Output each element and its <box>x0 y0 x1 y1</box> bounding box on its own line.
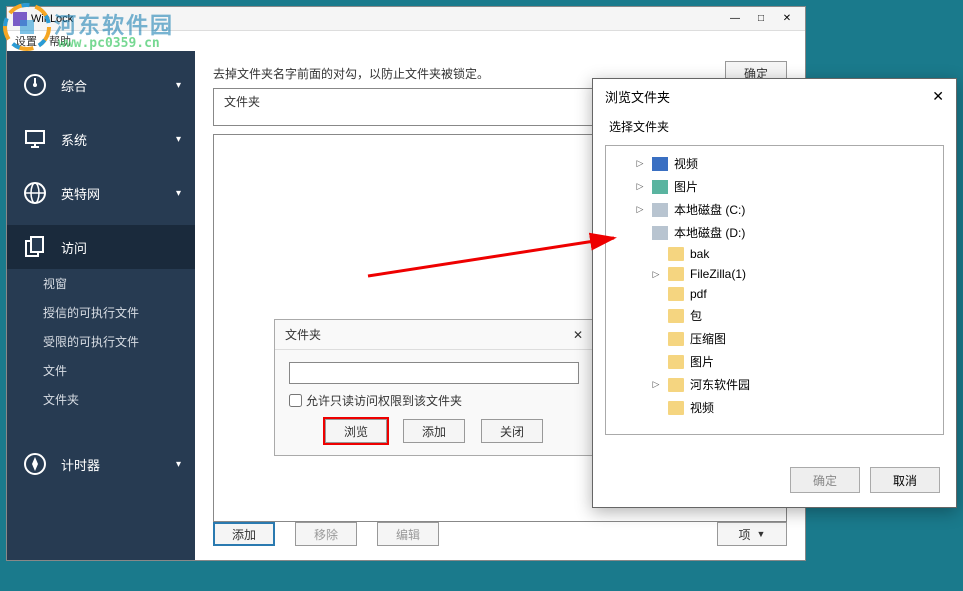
globe-icon <box>21 179 49 207</box>
sidebar-item-internet[interactable]: 英特网 ▾ <box>7 171 195 215</box>
dialog-title: 文件夹 <box>285 326 321 343</box>
folder-icon <box>668 355 684 369</box>
sub-item-folders[interactable]: 文件夹 <box>7 385 195 414</box>
folder-icon <box>668 287 684 301</box>
window-title: WinLock <box>31 13 73 25</box>
sidebar: 综合 ▾ 系统 ▾ 英特网 ▾ 访问 视窗 授信的可执行文件 受限的可执行文件 … <box>7 51 195 560</box>
sidebar-item-access[interactable]: 访问 <box>7 225 195 269</box>
options-dropdown[interactable]: 项 ▼ <box>717 522 787 546</box>
chevron-down-icon: ▾ <box>176 188 181 199</box>
tree-label: 河东软件园 <box>690 376 750 393</box>
expand-icon[interactable]: ▷ <box>634 158 646 169</box>
tree-row[interactable]: ▷ 河东软件园 <box>606 373 943 396</box>
folder-icon <box>668 267 684 281</box>
chevron-down-icon: ▾ <box>176 459 181 470</box>
compass-icon <box>21 450 49 478</box>
sidebar-item-label: 访问 <box>61 238 87 257</box>
sidebar-item-label: 英特网 <box>61 184 100 203</box>
chevron-down-icon: ▼ <box>757 529 766 539</box>
expand-icon[interactable]: ▷ <box>650 379 662 390</box>
tree-label: 压缩图 <box>690 330 726 347</box>
tree-row[interactable]: 包 <box>606 304 943 327</box>
sidebar-item-label: 综合 <box>61 76 87 95</box>
tree-label: FileZilla(1) <box>690 267 746 281</box>
chevron-down-icon: ▾ <box>176 80 181 91</box>
remove-button[interactable]: 移除 <box>295 522 357 546</box>
folder-icon <box>668 309 684 323</box>
vid-icon <box>652 157 668 171</box>
tree-row[interactable]: 视频 <box>606 396 943 419</box>
tree-label: 图片 <box>674 178 698 195</box>
maximize-button[interactable]: □ <box>749 11 773 27</box>
sub-item-trusted-exe[interactable]: 授信的可执行文件 <box>7 298 195 327</box>
tree-row[interactable]: bak <box>606 244 943 264</box>
options-label: 项 <box>739 526 751 543</box>
sidebar-item-general[interactable]: 综合 ▾ <box>7 63 195 107</box>
dialog-close-icon[interactable]: ✕ <box>573 328 583 342</box>
readonly-label: 允许只读访问权限到该文件夹 <box>306 392 462 409</box>
folder-icon <box>668 401 684 415</box>
tree-label: 图片 <box>690 353 714 370</box>
readonly-checkbox[interactable] <box>289 394 302 407</box>
browse-subtitle: 选择文件夹 <box>593 114 956 145</box>
tree-row[interactable]: ▷ FileZilla(1) <box>606 264 943 284</box>
expand-icon[interactable]: ▷ <box>634 181 646 192</box>
expand-icon[interactable]: ▷ <box>650 269 662 280</box>
tree-label: 包 <box>690 307 702 324</box>
expand-icon[interactable]: ▷ <box>634 204 646 215</box>
folder-icon <box>668 378 684 392</box>
close-button[interactable]: ✕ <box>775 11 799 27</box>
browse-folder-dialog: 浏览文件夹 ✕ 选择文件夹 ▷ 视频 ▷ 图片 ▷ 本地磁盘 (C:) 本地磁盘 (D:) b… <box>592 78 957 508</box>
monitor-icon <box>21 125 49 153</box>
menu-settings[interactable]: 设置 <box>15 33 37 49</box>
browse-title: 浏览文件夹 <box>605 87 670 106</box>
tree-label: 本地磁盘 (C:) <box>674 201 745 218</box>
clock-icon <box>21 71 49 99</box>
tree-row[interactable]: 图片 <box>606 350 943 373</box>
sub-item-restricted-exe[interactable]: 受限的可执行文件 <box>7 327 195 356</box>
app-icon <box>13 12 27 26</box>
tree-label: 视频 <box>690 399 714 416</box>
sub-item-files[interactable]: 文件 <box>7 356 195 385</box>
sidebar-item-timer[interactable]: 计时器 ▾ <box>7 442 195 486</box>
folder-icon <box>668 247 684 261</box>
sidebar-item-system[interactable]: 系统 ▾ <box>7 117 195 161</box>
chevron-down-icon: ▾ <box>176 134 181 145</box>
tree-row[interactable]: ▷ 视频 <box>606 152 943 175</box>
tree-label: 本地磁盘 (D:) <box>674 224 745 241</box>
menubar: 设置 帮助 <box>7 31 805 51</box>
sidebar-item-label: 系统 <box>61 130 87 149</box>
tree-row[interactable]: pdf <box>606 284 943 304</box>
add-bottom-button[interactable]: 添加 <box>213 522 275 546</box>
list-header-label: 文件夹 <box>224 95 260 109</box>
files-icon <box>21 233 49 261</box>
browse-close-icon[interactable]: ✕ <box>932 88 944 105</box>
folder-dialog: 文件夹 ✕ 允许只读访问权限到该文件夹 浏览 添加 关闭 <box>274 319 594 456</box>
folder-tree[interactable]: ▷ 视频 ▷ 图片 ▷ 本地磁盘 (C:) 本地磁盘 (D:) bak ▷ FileZilla(1… <box>605 145 944 435</box>
sub-item-window[interactable]: 视窗 <box>7 269 195 298</box>
add-button[interactable]: 添加 <box>403 419 465 443</box>
disk-icon <box>652 226 668 240</box>
browse-button[interactable]: 浏览 <box>325 419 387 443</box>
minimize-button[interactable]: — <box>723 11 747 27</box>
browse-ok-button[interactable]: 确定 <box>790 467 860 493</box>
tree-row[interactable]: ▷ 图片 <box>606 175 943 198</box>
tree-row[interactable]: 压缩图 <box>606 327 943 350</box>
folder-icon <box>668 332 684 346</box>
disk-icon <box>652 203 668 217</box>
titlebar: WinLock — □ ✕ <box>7 7 805 31</box>
tree-label: pdf <box>690 287 707 301</box>
menu-help[interactable]: 帮助 <box>49 33 71 49</box>
tree-row[interactable]: ▷ 本地磁盘 (C:) <box>606 198 943 221</box>
sidebar-item-label: 计时器 <box>61 455 100 474</box>
edit-button[interactable]: 编辑 <box>377 522 439 546</box>
tree-row[interactable]: 本地磁盘 (D:) <box>606 221 943 244</box>
pic-icon <box>652 180 668 194</box>
tree-label: 视频 <box>674 155 698 172</box>
browse-cancel-button[interactable]: 取消 <box>870 467 940 493</box>
tree-label: bak <box>690 247 709 261</box>
close-dialog-button[interactable]: 关闭 <box>481 419 543 443</box>
folder-path-input[interactable] <box>289 362 579 384</box>
